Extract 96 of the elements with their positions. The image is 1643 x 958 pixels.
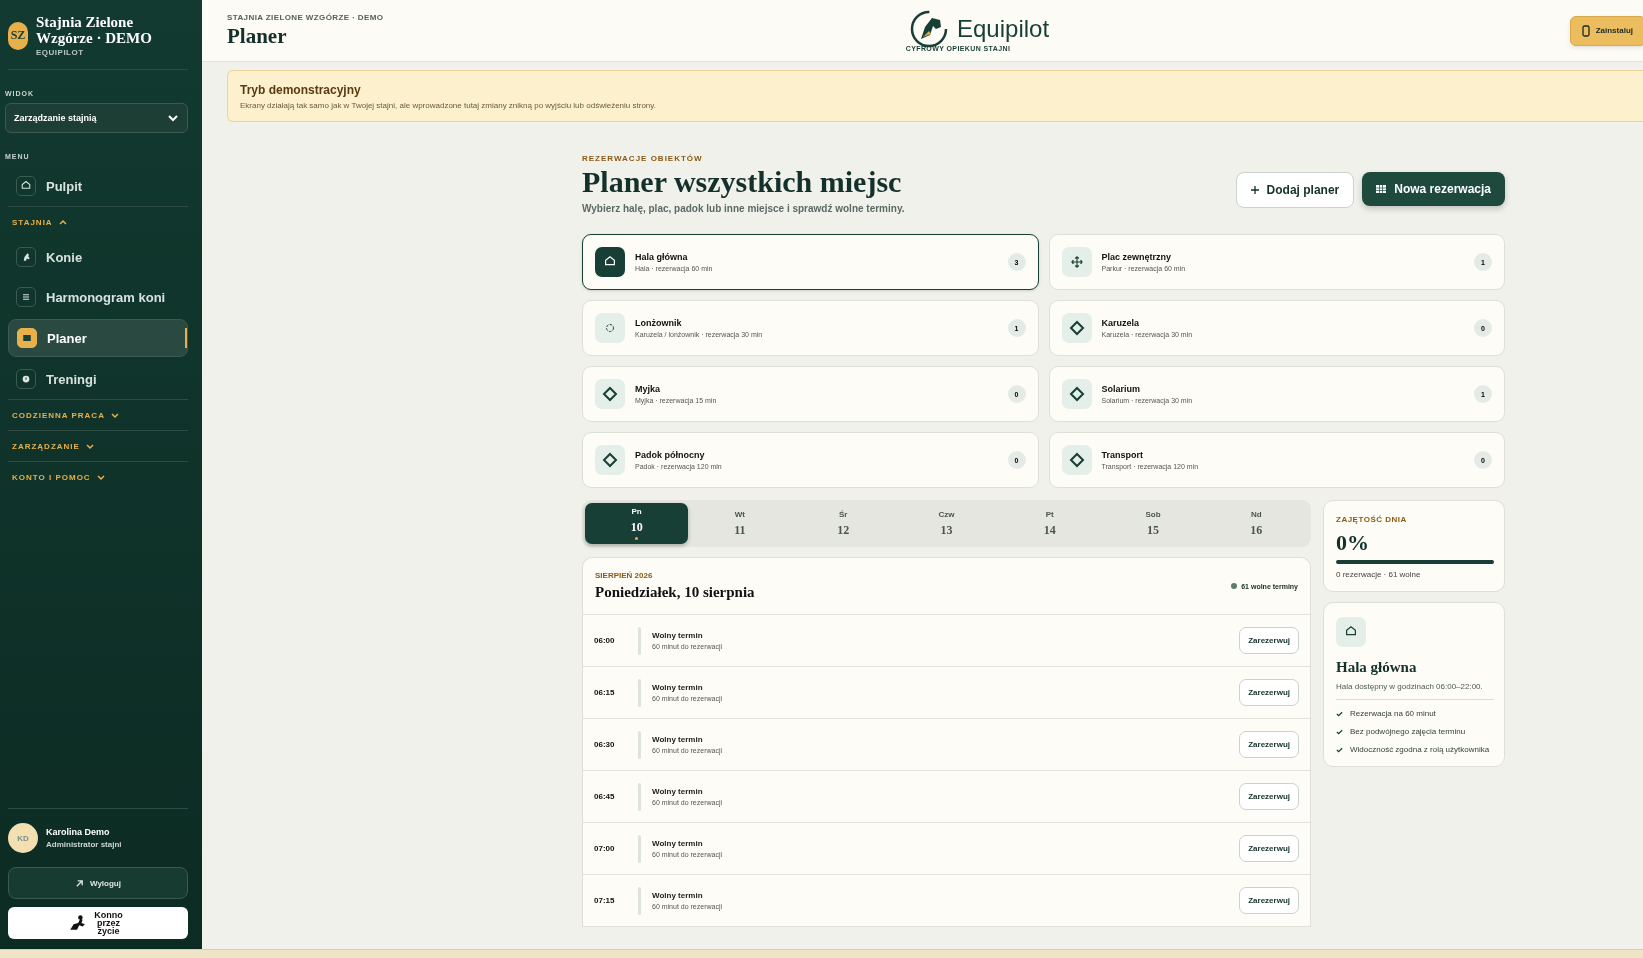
chevron-up-icon — [58, 218, 67, 226]
user-role: Administrator stajni — [46, 840, 122, 849]
day-tab[interactable]: Pt 14 — [998, 503, 1102, 544]
slot-time: 06:15 — [594, 688, 616, 697]
brand-name: Equipilot — [957, 15, 1050, 43]
slot-time: 07:15 — [594, 896, 616, 905]
section-title: Planer wszystkich miejsc — [582, 165, 903, 199]
facility-hours: Hala dostępny w godzinach 06:00–22:00. — [1336, 682, 1494, 700]
section-subtitle: Wybierz halę, plac, padok lub inne miejsce i sprawdź wolne terminy. — [582, 203, 905, 214]
install-button[interactable]: Zainstaluj — [1569, 15, 1643, 46]
status-dot-icon — [1231, 583, 1238, 589]
feature-item: Rezerwacja na 60 minut — [1350, 709, 1436, 718]
grid-icon — [1376, 185, 1387, 193]
day-tab[interactable]: Czw 13 — [894, 503, 999, 544]
day-tab[interactable]: Wt 11 — [688, 503, 792, 544]
reserve-button[interactable]: Zarezerwuj — [1239, 731, 1299, 758]
circle-icon — [20, 373, 32, 385]
facility-name: Lonżownik — [635, 318, 683, 328]
list-icon — [20, 291, 32, 303]
reserve-button[interactable]: Zarezerwuj — [1239, 679, 1299, 706]
nav-section[interactable]: ZARZĄDZANIE — [8, 430, 188, 461]
user-avatar: KD — [8, 823, 38, 853]
reserve-button[interactable]: Zarezerwuj — [1239, 887, 1299, 914]
plus-icon — [1250, 186, 1259, 194]
slot-title: Wolny termin — [652, 891, 704, 900]
phone-icon — [1580, 24, 1591, 37]
nav-section[interactable]: STAJNIA — [8, 206, 188, 237]
facility-name: Solarium — [1101, 384, 1141, 394]
breadcrumb: STAJNIA ZIELONE WZGÓRZE · DEMO — [227, 12, 385, 22]
diamond-icon — [602, 452, 618, 468]
facility-name: Hala główna — [635, 252, 689, 262]
feature-item: Widoczność zgodna z rolą użytkownika — [1350, 745, 1490, 754]
day-tab[interactable]: Sob 15 — [1101, 503, 1205, 544]
date-heading: Poniedziałek, 10 sierpnia — [595, 584, 755, 601]
slot-time: 07:00 — [594, 844, 616, 853]
reserve-button[interactable]: Zarezerwuj — [1239, 627, 1299, 654]
chevron-down-icon — [167, 113, 179, 123]
nav-item[interactable]: Konie — [8, 239, 188, 275]
move-arrows-icon — [1069, 255, 1084, 269]
page-title: Planer — [227, 23, 288, 49]
nav-item[interactable]: Harmonogram koni — [8, 279, 188, 315]
nav-item[interactable]: Treningi — [8, 361, 188, 397]
feature-item: Bez podwójnego zajęcia terminu — [1350, 727, 1466, 736]
user-name: Karolina Demo — [46, 827, 111, 837]
facility-name: Karuzela — [1101, 318, 1141, 328]
slot-title: Wolny termin — [652, 787, 704, 796]
stable-logo: SZ — [8, 21, 28, 50]
month-label: SIERPIEŃ 2026 — [595, 571, 654, 580]
arrow-icon — [75, 878, 84, 888]
slot-title: Wolny termin — [652, 839, 704, 848]
nav-section[interactable]: CODZIENNA PRACA — [8, 399, 188, 430]
occupancy-label: ZAJĘTOŚĆ DNIA — [1336, 515, 1408, 524]
facility-name: Transport — [1101, 450, 1144, 460]
slot-time: 06:45 — [594, 792, 616, 801]
nav-item[interactable]: Pulpit — [8, 168, 188, 204]
square-icon — [21, 332, 33, 344]
day-tab[interactable]: Nd 16 — [1204, 503, 1308, 544]
banner-text: Ekrany działają tak samo jak w Twojej stajni, ale wprowadzone tutaj zmiany znikną po wyjściu lub odświeżeniu strony. — [240, 101, 657, 110]
facility-name: Plac zewnętrzny — [1101, 252, 1173, 262]
reserve-button[interactable]: Zarezerwuj — [1239, 783, 1299, 810]
diamond-icon — [1068, 320, 1085, 336]
check-icon — [1336, 728, 1343, 735]
add-planner-button[interactable]: Dodaj planer — [1235, 172, 1355, 208]
logout-button[interactable]: Wyloguj — [8, 867, 188, 899]
nav-item[interactable]: Planer — [8, 319, 188, 357]
day-tab[interactable]: Pn 10 — [585, 503, 689, 544]
nav-section[interactable]: KONTO I POMOC — [8, 461, 188, 492]
slot-time: 06:30 — [594, 740, 616, 749]
chevron-down-icon — [96, 473, 105, 481]
view-select[interactable]: Zarządzanie stajnią — [5, 103, 188, 133]
check-icon — [1336, 746, 1343, 753]
circle-icon — [603, 321, 617, 335]
partner-logo[interactable]: Konno przez życie — [8, 907, 188, 939]
chevron-down-icon — [85, 442, 94, 450]
occupancy-summary: 0 rezerwacje · 61 wolne — [1336, 570, 1422, 579]
slot-time: 06:00 — [594, 636, 616, 645]
banner-title: Tryb demonstracyjny — [240, 83, 362, 97]
stable-name: Stajnia Zielone Wzgórze · DEMO — [36, 14, 153, 46]
occupancy-value: 0% — [1336, 530, 1370, 556]
chevron-down-icon — [110, 411, 119, 419]
diamond-icon — [1068, 452, 1085, 468]
reserve-button[interactable]: Zarezerwuj — [1239, 835, 1299, 862]
slot-title: Wolny termin — [652, 735, 704, 744]
slot-title: Wolny termin — [652, 683, 704, 692]
slot-title: Wolny termin — [652, 631, 704, 640]
facility-name: Myjka — [635, 384, 661, 394]
facility-name: Padok północny — [635, 450, 706, 460]
check-icon — [1336, 710, 1343, 717]
day-tab[interactable]: Śr 12 — [791, 503, 895, 544]
facility-title: Hala główna — [1336, 659, 1418, 676]
section-eyebrow: REZERWACJE OBIEKTÓW — [582, 154, 704, 163]
new-reservation-button[interactable]: Nowa rezerwacja — [1362, 172, 1505, 206]
home-icon — [20, 180, 32, 192]
brand-label: EQUIPILOT — [36, 48, 85, 57]
diamond-icon — [1068, 386, 1085, 402]
diamond-icon — [602, 386, 618, 402]
